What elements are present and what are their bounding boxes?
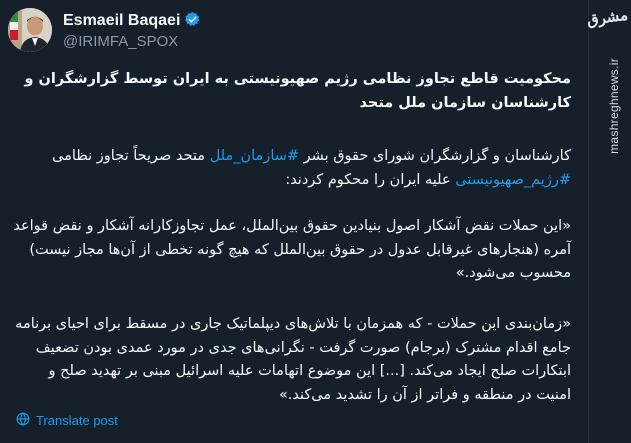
tweet-card: Esmaeil Baqaei @IRIMFA_SPOX محکومیت قاطع…: [0, 0, 631, 443]
hashtag-un[interactable]: #سازمان_ملل: [210, 148, 299, 164]
p1-text-start: کارشناسان و گزارشگران شورای حقوق بشر: [299, 148, 571, 164]
hashtag-zionist-regime[interactable]: #رژیم_صهیونیستی: [455, 172, 571, 188]
globe-icon: [16, 412, 30, 429]
author-handle[interactable]: @IRIMFA_SPOX: [63, 33, 178, 50]
tweet-header: Esmaeil Baqaei @IRIMFA_SPOX: [8, 8, 308, 52]
watermark-strip: مشرق mashreghnews.ir: [585, 0, 631, 443]
tweet-headline: محکومیت قاطع تجاوز نظامی رژیم صهیونیستی …: [24, 71, 571, 111]
translate-post-label[interactable]: Translate post: [36, 413, 118, 428]
mashregh-logo: مشرق: [585, 5, 630, 30]
verified-badge-icon: [184, 11, 201, 33]
p1-text-middle: متحد صریحاً تجاوز نظامی: [51, 148, 210, 164]
tweet-paragraph-2: «این حملات نقض آشکار اصول بنیادین حقوق ب…: [13, 218, 571, 281]
author-name[interactable]: Esmaeil Baqaei: [63, 11, 201, 33]
author-name-text[interactable]: Esmaeil Baqaei: [63, 12, 180, 29]
tweet-paragraph-3: «زمان‌بندی این حملات - که همزمان با تلاش…: [15, 316, 571, 403]
p1-text-end: علیه ایران را محکوم کردند:: [285, 171, 456, 188]
translate-post-button[interactable]: Translate post: [16, 412, 118, 429]
avatar[interactable]: [8, 8, 52, 52]
tweet-paragraph-1: کارشناسان و گزارشگران شورای حقوق بشر #سا…: [12, 145, 571, 192]
watermark-url: mashreghnews.ir: [607, 58, 621, 154]
